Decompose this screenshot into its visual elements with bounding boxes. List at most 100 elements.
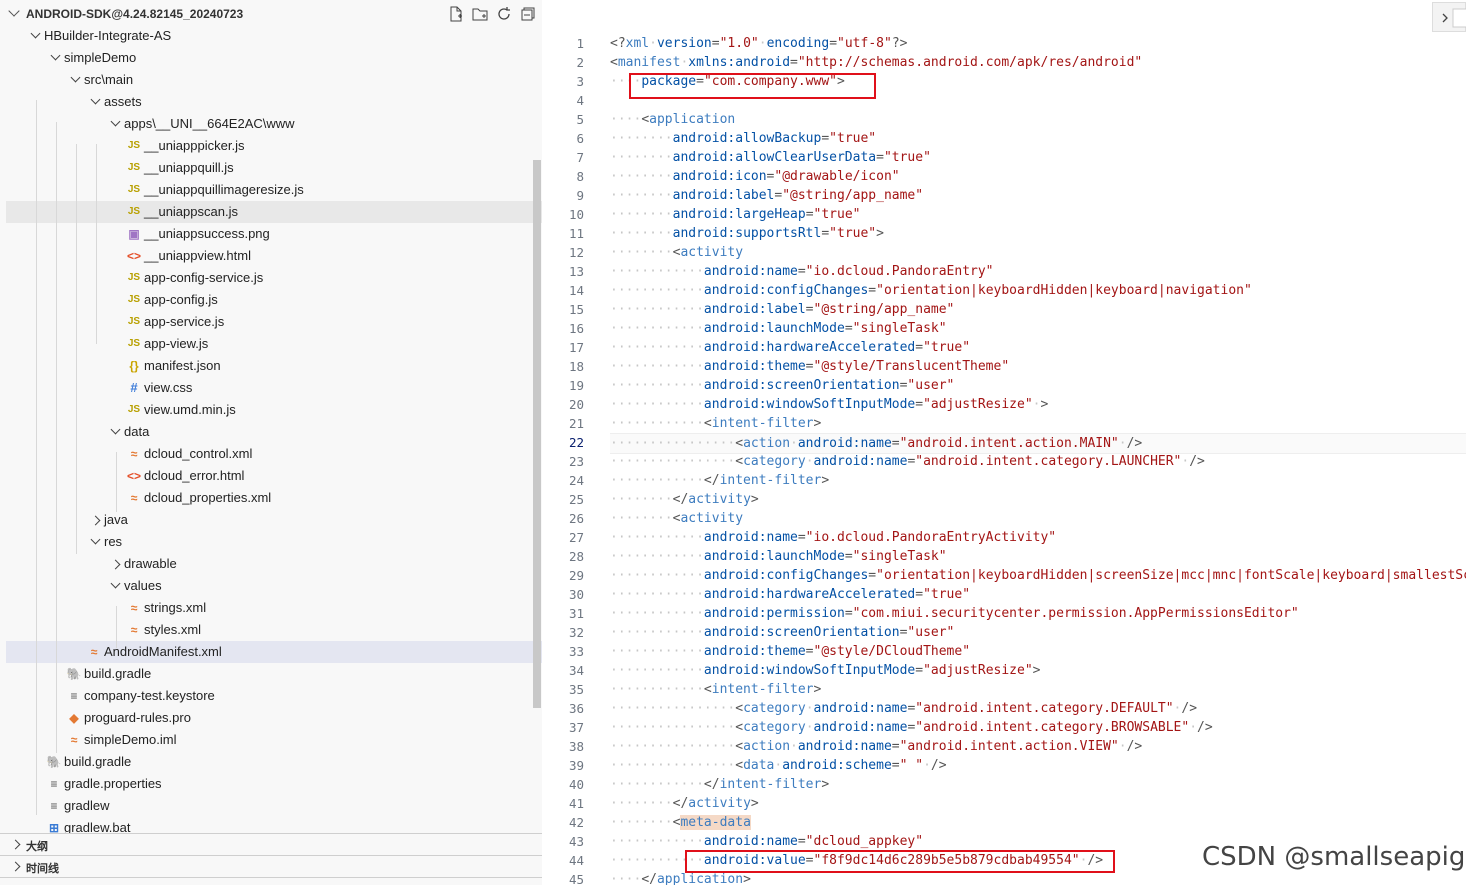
code-line[interactable]: ············android:configChanges="orien…: [610, 566, 1466, 585]
file-item[interactable]: 🐘 build.gradle: [6, 663, 542, 685]
code-line[interactable]: ················<data · android:scheme=" "…: [610, 756, 947, 775]
code-line[interactable]: ········</activity>: [610, 794, 759, 813]
file-item[interactable]: <> dcloud_error.html: [6, 465, 542, 487]
code-line[interactable]: ········android:allowClearUserData="true…: [610, 148, 931, 167]
file-item[interactable]: ≡ gradle.properties: [6, 773, 542, 795]
indent-whitespace: ········: [610, 796, 673, 811]
file-item[interactable]: JS app-config.js: [6, 289, 542, 311]
code-line[interactable]: ············android:windowSoftInputMode=…: [610, 661, 1040, 680]
new-file-icon[interactable]: [448, 6, 464, 22]
tree-item-label: dcloud_error.html: [144, 468, 245, 483]
file-item[interactable]: ≈ simpleDemo.iml: [6, 729, 542, 751]
new-folder-icon[interactable]: [472, 6, 488, 22]
code-token: "utf-8": [837, 36, 892, 51]
folder-item[interactable]: simpleDemo: [6, 47, 542, 69]
code-editor[interactable]: 1 <?xml·version="1.0"·encoding="utf-8"?> 2…: [542, 0, 1466, 885]
code-line[interactable]: ············android:configChanges="orien…: [610, 281, 1252, 300]
code-line[interactable]: ········<activity: [610, 243, 743, 262]
file-item[interactable]: 🐘 build.gradle: [6, 751, 542, 773]
folder-item[interactable]: HBuilder-Integrate-AS: [6, 25, 542, 47]
code-line[interactable]: ············android:launchMode="singleTa…: [610, 319, 947, 338]
file-item[interactable]: ◆ proguard-rules.pro: [6, 707, 542, 729]
collapsed-panel-header[interactable]: [0, 877, 542, 885]
code-line[interactable]: ················<category·android:name="…: [610, 452, 1205, 471]
explorer-root-header[interactable]: ANDROID-SDK@4.24.82145_20240723: [0, 3, 542, 25]
file-item[interactable]: JS app-view.js: [6, 333, 542, 355]
file-item[interactable]: JS app-service.js: [6, 311, 542, 333]
file-item[interactable]: ≈ styles.xml: [6, 619, 542, 641]
code-line[interactable]: ············</intent-filter>: [610, 471, 829, 490]
outline-panel-header[interactable]: 大纲: [0, 833, 542, 856]
code-line[interactable]: ········</activity>: [610, 490, 759, 509]
code-line[interactable]: ············android:label="@string/app_n…: [610, 300, 954, 319]
folder-item[interactable]: assets: [6, 91, 542, 113]
code-line[interactable]: ············android:name="dcloud_appkey": [610, 832, 923, 851]
code-line[interactable]: ············<intent-filter>: [610, 414, 821, 433]
code-line[interactable]: ············android:windowSoftInputMode=…: [610, 395, 1048, 414]
code-line[interactable]: <?xml·version="1.0"·encoding="utf-8"?>: [610, 34, 907, 53]
code-line[interactable]: ············android:launchMode="singleTa…: [610, 547, 947, 566]
code-token: />: [1126, 739, 1143, 754]
code-line[interactable]: ············android:hardwareAccelerated=…: [610, 338, 970, 357]
code-line[interactable]: ················<category·android:name="…: [610, 699, 1197, 718]
refresh-icon[interactable]: [496, 6, 512, 22]
code-line[interactable]: ····<application: [610, 110, 735, 129]
file-item[interactable]: JS view.umd.min.js: [6, 399, 542, 421]
code-line[interactable]: ········<meta-data: [610, 813, 751, 832]
file-item[interactable]: ≈ AndroidManifest.xml: [6, 641, 542, 663]
collapse-all-icon[interactable]: [520, 6, 536, 22]
code-line[interactable]: ············android:screenOrientation="u…: [610, 376, 954, 395]
line-number: 25: [568, 492, 584, 507]
file-item[interactable]: # view.css: [6, 377, 542, 399]
folder-item[interactable]: java: [6, 509, 542, 531]
folder-item[interactable]: drawable: [6, 553, 542, 575]
file-item[interactable]: JS __uniapppicker.js: [6, 135, 542, 157]
file-item[interactable]: JS __uniappscan.js: [6, 201, 542, 223]
code-token: =: [805, 207, 814, 222]
explorer-scrollbar[interactable]: [533, 160, 541, 708]
code-line[interactable]: ········android:label="@string/app_name": [610, 186, 923, 205]
code-line[interactable]: ········android:supportsRtl="true">: [610, 224, 884, 243]
file-item[interactable]: ≈ dcloud_properties.xml: [6, 487, 542, 509]
file-item[interactable]: {} manifest.json: [6, 355, 542, 377]
file-item[interactable]: <> __uniappview.html: [6, 245, 542, 267]
code-line[interactable]: ············android:screenOrientation="u…: [610, 623, 954, 642]
code-line[interactable]: ············android:theme="@style/Transl…: [610, 357, 1009, 376]
code-line[interactable]: <manifest·xmlns:android="http://schemas.…: [610, 53, 1142, 72]
code-line[interactable]: ············android:name="io.dcloud.Pand…: [610, 262, 994, 281]
code-line[interactable]: ············<intent-filter>: [610, 680, 821, 699]
folder-item[interactable]: values: [6, 575, 542, 597]
folder-item[interactable]: data: [6, 421, 542, 443]
code-line[interactable]: ················<action·android:name="an…: [610, 737, 1142, 756]
file-item[interactable]: ▣ __uniappsuccess.png: [6, 223, 542, 245]
code-token: >: [876, 226, 884, 241]
file-item[interactable]: JS __uniappquill.js: [6, 157, 542, 179]
line-number: 11: [568, 226, 584, 241]
file-item[interactable]: ≈ dcloud_control.xml: [6, 443, 542, 465]
code-line[interactable]: ················<action·android:name="an…: [610, 433, 1466, 454]
code-line[interactable]: ········android:allowBackup="true": [610, 129, 876, 148]
timeline-panel-header[interactable]: 时间线: [0, 855, 542, 878]
file-item[interactable]: ≡ gradlew: [6, 795, 542, 817]
code-line[interactable]: ········android:icon="@drawable/icon": [610, 167, 900, 186]
indent-whitespace: ············: [610, 530, 704, 545]
file-item[interactable]: ≡ company-test.keystore: [6, 685, 542, 707]
code-token: application: [656, 872, 744, 885]
folder-item[interactable]: apps\__UNI__664E2AC\www: [6, 113, 542, 135]
code-line[interactable]: ················<category·android:name="…: [610, 718, 1213, 737]
code-token: =: [915, 663, 924, 678]
file-item[interactable]: JS app-config-service.js: [6, 267, 542, 289]
code-line[interactable]: ············android:name="io.dcloud.Pand…: [610, 528, 1056, 547]
file-item[interactable]: ≈ strings.xml: [6, 597, 542, 619]
code-line[interactable]: ············android:theme="@style/DCloud…: [610, 642, 970, 661]
folder-item[interactable]: src\main: [6, 69, 542, 91]
code-line[interactable]: ············</intent-filter>: [610, 775, 829, 794]
minimap-toggle-button[interactable]: [1432, 2, 1466, 32]
code-line[interactable]: ············android:hardwareAccelerated=…: [610, 585, 970, 604]
file-item[interactable]: JS __uniappquillimageresize.js: [6, 179, 542, 201]
code-line[interactable]: ········<activity: [610, 509, 743, 528]
folder-item[interactable]: res: [6, 531, 542, 553]
code-line[interactable]: ········android:largeHeap="true": [610, 205, 860, 224]
code-line[interactable]: ············android:permission="com.miui…: [610, 604, 1299, 623]
tree-item-label: proguard-rules.pro: [84, 710, 191, 725]
